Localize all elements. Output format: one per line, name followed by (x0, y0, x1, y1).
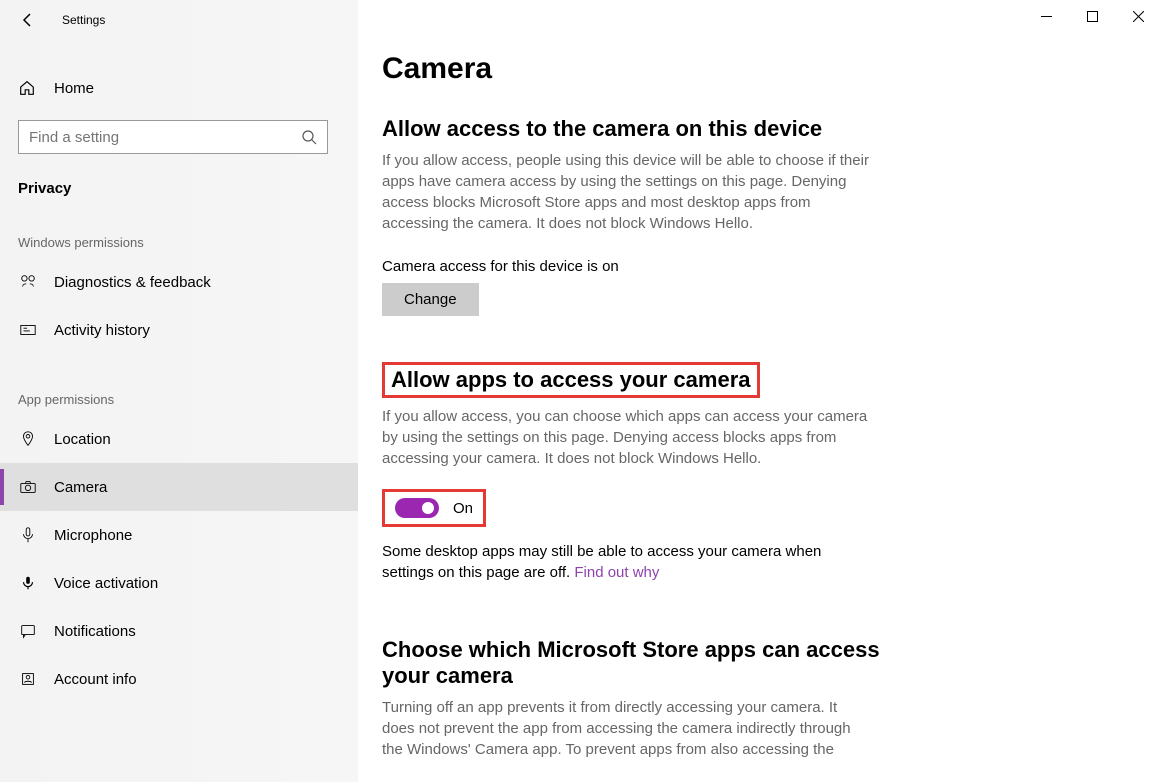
titlebar: Settings (0, 0, 358, 40)
camera-icon (18, 478, 38, 496)
arrow-left-icon (20, 12, 36, 28)
search-icon (301, 129, 317, 145)
app-access-toggle[interactable] (395, 498, 439, 518)
sidebar-item-camera[interactable]: Camera (0, 463, 358, 511)
location-icon (18, 430, 38, 448)
toggle-knob (422, 502, 434, 514)
annotation-highlight-toggle: On (382, 489, 1137, 527)
notifications-icon (18, 622, 38, 640)
maximize-icon (1087, 11, 1098, 22)
toggle-state-label: On (453, 500, 473, 517)
account-icon (18, 670, 38, 688)
sidebar-category: Privacy (0, 180, 358, 197)
page-title: Camera (382, 52, 1137, 86)
sidebar-item-voice[interactable]: Voice activation (0, 559, 358, 607)
activity-icon (18, 321, 38, 339)
section-description-store-apps: Turning off an app prevents it from dire… (382, 697, 872, 760)
close-button[interactable] (1115, 0, 1161, 32)
home-icon (18, 79, 38, 97)
sidebar-item-notifications[interactable]: Notifications (0, 607, 358, 655)
maximize-button[interactable] (1069, 0, 1115, 32)
search-input[interactable] (29, 129, 301, 146)
sidebar-item-activity[interactable]: Activity history (0, 306, 358, 354)
search-box[interactable] (18, 120, 328, 154)
section-description-device-access: If you allow access, people using this d… (382, 150, 872, 234)
change-button[interactable]: Change (382, 283, 479, 316)
window-title: Settings (62, 13, 105, 27)
sidebar-item-microphone[interactable]: Microphone (0, 511, 358, 559)
search-container (0, 120, 358, 154)
microphone-icon (18, 526, 38, 544)
device-access-status: Camera access for this device is on (382, 258, 1137, 275)
sidebar-item-label: Account info (54, 671, 137, 688)
sidebar-item-label: Camera (54, 479, 107, 496)
back-button[interactable] (8, 0, 48, 40)
section-heading-device-access: Allow access to the camera on this devic… (382, 116, 1137, 142)
home-label: Home (54, 80, 94, 97)
sidebar-item-label: Voice activation (54, 575, 158, 592)
sidebar: Settings Home Privacy Windows permission… (0, 0, 358, 782)
sidebar-item-label: Location (54, 431, 111, 448)
minimize-button[interactable] (1023, 0, 1069, 32)
close-icon (1133, 11, 1144, 22)
sidebar-item-label: Notifications (54, 623, 136, 640)
section-heading-store-apps: Choose which Microsoft Store apps can ac… (382, 637, 882, 689)
voice-icon (18, 574, 38, 592)
find-out-why-link[interactable]: Find out why (574, 564, 659, 581)
desktop-apps-note: Some desktop apps may still be able to a… (382, 541, 862, 583)
sidebar-item-label: Diagnostics & feedback (54, 274, 211, 291)
section-description-app-access: If you allow access, you can choose whic… (382, 406, 872, 469)
window-controls (1023, 0, 1161, 32)
sidebar-section-app-permissions: App permissions (0, 392, 358, 407)
minimize-icon (1041, 11, 1052, 22)
annotation-highlight-heading: Allow apps to access your camera (382, 362, 1137, 398)
sidebar-section-windows-permissions: Windows permissions (0, 235, 358, 250)
sidebar-item-home[interactable]: Home (0, 64, 358, 112)
sidebar-item-label: Activity history (54, 322, 150, 339)
sidebar-item-label: Microphone (54, 527, 132, 544)
section-heading-app-access: Allow apps to access your camera (391, 367, 751, 393)
diagnostics-icon (18, 273, 38, 291)
content-area: Camera Allow access to the camera on thi… (358, 0, 1161, 782)
sidebar-item-location[interactable]: Location (0, 415, 358, 463)
sidebar-item-account[interactable]: Account info (0, 655, 358, 703)
sidebar-item-diagnostics[interactable]: Diagnostics & feedback (0, 258, 358, 306)
